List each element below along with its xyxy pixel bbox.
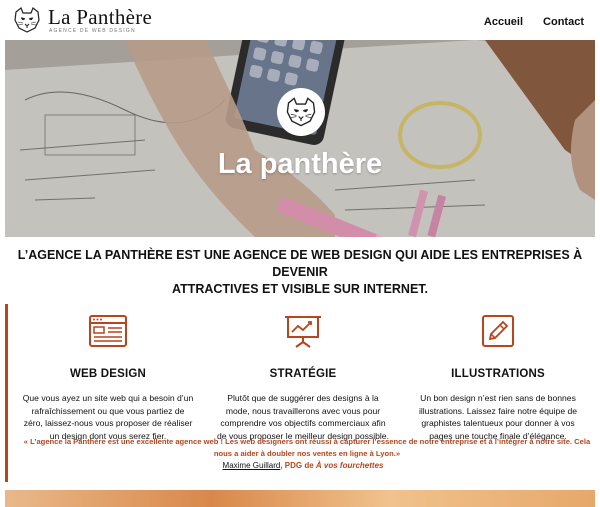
testimonial-author: Maxime Guillard, PDG de À vos fourchette… [8,461,598,470]
service-web-design: WEB DESIGN Que vous ayez un site web qui… [18,314,198,442]
nav-link-accueil[interactable]: Accueil [484,16,523,28]
site-logo[interactable]: La Panthère AGENCE DE WEB DESIGN [12,6,152,34]
hero-background-image [5,40,595,237]
testimonial-company: À vos fourchettes [315,461,384,470]
service-illustrations: ILLUSTRATIONS Un bon design n’est rien s… [408,314,588,442]
logo-tagline: AGENCE DE WEB DESIGN [49,27,136,34]
testimonial-author-link[interactable]: Maxime Guillard [223,461,281,470]
service-title: ILLUSTRATIONS [451,368,545,380]
services-section: WEB DESIGN Que vous ayez un site web qui… [5,304,595,482]
testimonial-author-role: , PDG de [280,461,316,470]
intro-line-2: ATTRACTIVES ET VISIBLE SUR INTERNET. [171,282,429,296]
site-header: La Panthère AGENCE DE WEB DESIGN Accueil… [0,0,600,40]
service-description: Un bon design n’est rien sans de bonnes … [418,393,578,441]
next-section-image [5,490,595,507]
logo-name: La Panthère [48,4,153,29]
service-description: Plutôt que de suggérer des designs à la … [217,393,389,441]
presentation-chart-icon [285,316,321,348]
service-strategie: STRATÉGIE Plutôt que de suggérer des des… [213,314,393,442]
hero-title: La panthère [217,148,383,180]
service-title: WEB DESIGN [69,368,147,380]
browser-window-icon [89,315,127,347]
testimonial-quote: « L’agence la Panthère est une excellent… [23,437,591,458]
panther-logo-icon [14,7,40,33]
nav-link-contact[interactable]: Contact [543,16,584,28]
intro-statement: L’AGENCE LA PANTHÈRE EST UNE AGENCE DE W… [0,247,600,298]
panther-icon [286,97,316,127]
pencil-square-icon [482,315,514,347]
hero-panther-badge [277,88,325,136]
service-description: Que vous ayez un site web qui a besoin d… [22,393,194,441]
hero-banner: La panthère [5,40,595,237]
service-title: STRATÉGIE [269,368,337,380]
main-nav: Accueil Contact [484,16,584,28]
intro-line-1: L’AGENCE LA PANTHÈRE EST UNE AGENCE DE W… [17,248,583,279]
